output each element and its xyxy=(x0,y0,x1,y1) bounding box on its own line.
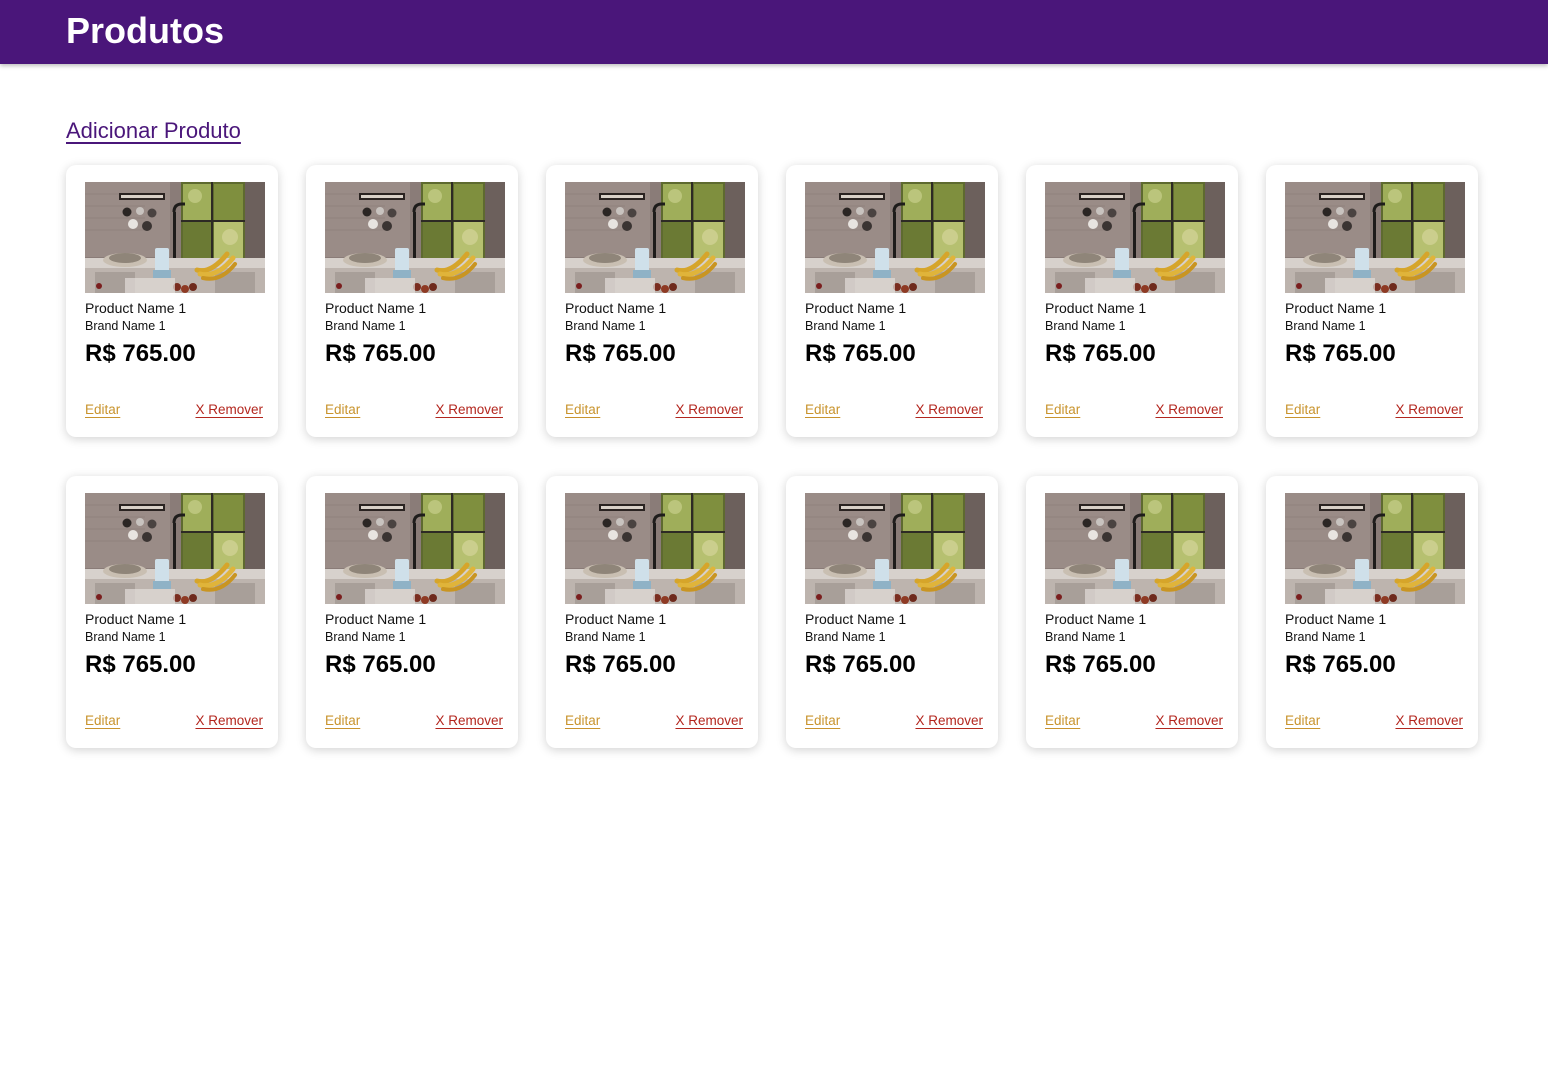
product-brand: Brand Name 1 xyxy=(325,630,406,644)
product-card: Product Name 1 Brand Name 1 R$ 765.00 Ed… xyxy=(786,165,998,437)
product-price: R$ 765.00 xyxy=(85,340,196,367)
product-card: Product Name 1 Brand Name 1 R$ 765.00 Ed… xyxy=(786,476,998,748)
product-price: R$ 765.00 xyxy=(805,340,916,367)
product-card: Product Name 1 Brand Name 1 R$ 765.00 Ed… xyxy=(66,165,278,437)
product-card: Product Name 1 Brand Name 1 R$ 765.00 Ed… xyxy=(1026,476,1238,748)
product-image xyxy=(1285,493,1465,604)
product-price: R$ 765.00 xyxy=(1045,340,1156,367)
edit-product-link[interactable]: Editar xyxy=(565,402,600,418)
remove-product-link[interactable]: X Remover xyxy=(1155,402,1223,418)
remove-product-link[interactable]: X Remover xyxy=(915,713,983,729)
product-card: Product Name 1 Brand Name 1 R$ 765.00 Ed… xyxy=(306,165,518,437)
product-price: R$ 765.00 xyxy=(325,651,436,678)
product-card: Product Name 1 Brand Name 1 R$ 765.00 Ed… xyxy=(1266,165,1478,437)
product-card: Product Name 1 Brand Name 1 R$ 765.00 Ed… xyxy=(66,476,278,748)
remove-product-link[interactable]: X Remover xyxy=(435,713,503,729)
remove-product-link[interactable]: X Remover xyxy=(1155,713,1223,729)
product-name: Product Name 1 xyxy=(1285,611,1387,627)
product-price: R$ 765.00 xyxy=(1285,340,1396,367)
product-price: R$ 765.00 xyxy=(1045,651,1156,678)
product-name: Product Name 1 xyxy=(85,611,187,627)
remove-product-link[interactable]: X Remover xyxy=(675,713,743,729)
product-card: Product Name 1 Brand Name 1 R$ 765.00 Ed… xyxy=(1026,165,1238,437)
product-price: R$ 765.00 xyxy=(565,651,676,678)
edit-product-link[interactable]: Editar xyxy=(1045,713,1080,729)
product-image xyxy=(85,182,265,293)
product-image xyxy=(805,493,985,604)
product-name: Product Name 1 xyxy=(325,300,427,316)
product-brand: Brand Name 1 xyxy=(85,630,166,644)
edit-product-link[interactable]: Editar xyxy=(1285,713,1320,729)
product-image xyxy=(325,182,505,293)
product-image xyxy=(565,182,745,293)
product-brand: Brand Name 1 xyxy=(325,319,406,333)
product-price: R$ 765.00 xyxy=(805,651,916,678)
product-name: Product Name 1 xyxy=(805,611,907,627)
product-card: Product Name 1 Brand Name 1 R$ 765.00 Ed… xyxy=(546,165,758,437)
product-image xyxy=(1045,182,1225,293)
edit-product-link[interactable]: Editar xyxy=(1285,402,1320,418)
product-brand: Brand Name 1 xyxy=(805,630,886,644)
product-image xyxy=(85,493,265,604)
product-name: Product Name 1 xyxy=(565,300,667,316)
product-brand: Brand Name 1 xyxy=(1285,630,1366,644)
edit-product-link[interactable]: Editar xyxy=(805,713,840,729)
edit-product-link[interactable]: Editar xyxy=(325,402,360,418)
remove-product-link[interactable]: X Remover xyxy=(195,713,263,729)
edit-product-link[interactable]: Editar xyxy=(85,713,120,729)
product-price: R$ 765.00 xyxy=(85,651,196,678)
product-price: R$ 765.00 xyxy=(565,340,676,367)
product-brand: Brand Name 1 xyxy=(565,319,646,333)
product-brand: Brand Name 1 xyxy=(805,319,886,333)
product-card: Product Name 1 Brand Name 1 R$ 765.00 Ed… xyxy=(306,476,518,748)
edit-product-link[interactable]: Editar xyxy=(805,402,840,418)
edit-product-link[interactable]: Editar xyxy=(85,402,120,418)
product-price: R$ 765.00 xyxy=(1285,651,1396,678)
product-brand: Brand Name 1 xyxy=(565,630,646,644)
edit-product-link[interactable]: Editar xyxy=(1045,402,1080,418)
product-image xyxy=(565,493,745,604)
product-brand: Brand Name 1 xyxy=(85,319,166,333)
remove-product-link[interactable]: X Remover xyxy=(195,402,263,418)
remove-product-link[interactable]: X Remover xyxy=(1395,402,1463,418)
product-name: Product Name 1 xyxy=(565,611,667,627)
product-grid: Product Name 1 Brand Name 1 R$ 765.00 Ed… xyxy=(66,165,1479,748)
product-image xyxy=(325,493,505,604)
product-name: Product Name 1 xyxy=(325,611,427,627)
product-name: Product Name 1 xyxy=(1045,611,1147,627)
product-card: Product Name 1 Brand Name 1 R$ 765.00 Ed… xyxy=(1266,476,1478,748)
product-image xyxy=(1285,182,1465,293)
product-name: Product Name 1 xyxy=(1045,300,1147,316)
product-brand: Brand Name 1 xyxy=(1045,630,1126,644)
product-image xyxy=(1045,493,1225,604)
product-brand: Brand Name 1 xyxy=(1045,319,1126,333)
remove-product-link[interactable]: X Remover xyxy=(915,402,983,418)
product-price: R$ 765.00 xyxy=(325,340,436,367)
remove-product-link[interactable]: X Remover xyxy=(435,402,503,418)
product-name: Product Name 1 xyxy=(1285,300,1387,316)
product-brand: Brand Name 1 xyxy=(1285,319,1366,333)
add-product-link[interactable]: Adicionar Produto xyxy=(66,118,241,144)
product-image xyxy=(805,182,985,293)
page-title: Produtos xyxy=(66,10,224,51)
product-card: Product Name 1 Brand Name 1 R$ 765.00 Ed… xyxy=(546,476,758,748)
product-name: Product Name 1 xyxy=(85,300,187,316)
remove-product-link[interactable]: X Remover xyxy=(1395,713,1463,729)
remove-product-link[interactable]: X Remover xyxy=(675,402,743,418)
top-bar: Produtos xyxy=(0,0,1548,64)
edit-product-link[interactable]: Editar xyxy=(565,713,600,729)
product-name: Product Name 1 xyxy=(805,300,907,316)
edit-product-link[interactable]: Editar xyxy=(325,713,360,729)
